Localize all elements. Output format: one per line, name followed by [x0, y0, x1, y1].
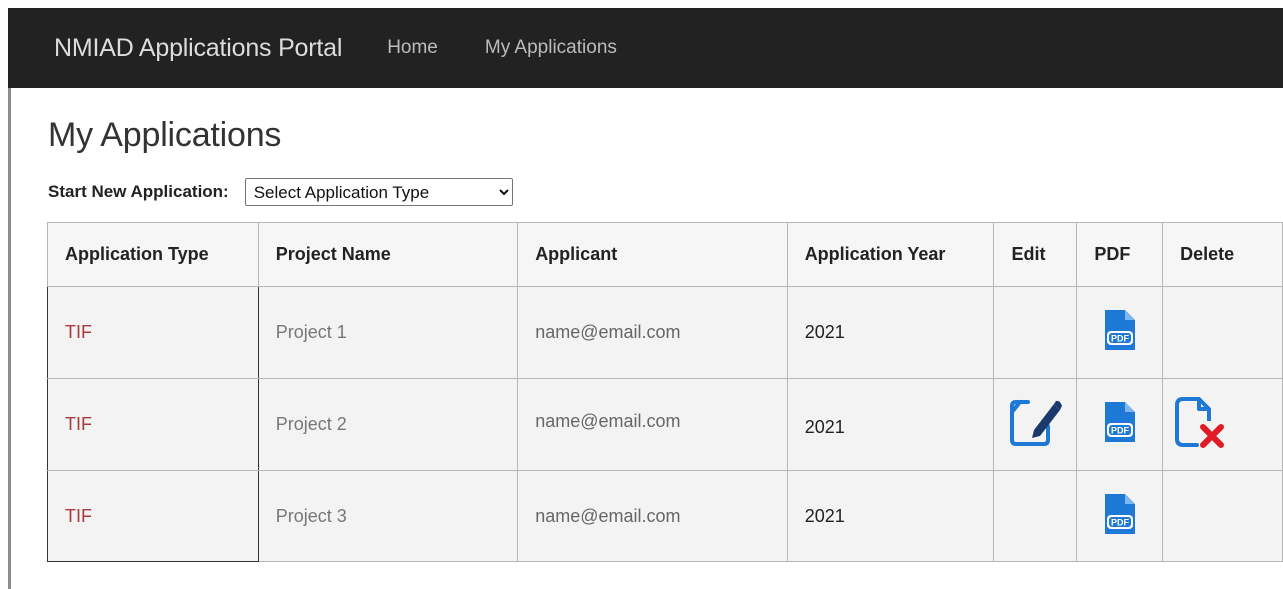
- header-edit: Edit: [993, 222, 1078, 287]
- header-applicant: Applicant: [517, 222, 788, 287]
- project-name-cell: Project 2: [257, 378, 519, 471]
- pdf-cell: PDF: [1076, 470, 1164, 562]
- edit-document-icon[interactable]: [1008, 396, 1063, 453]
- application-year-cell: 2021: [786, 470, 995, 562]
- edit-cell: [993, 470, 1078, 562]
- table-row: TIF Project 2 name@email.com 2021 PDF: [47, 378, 1283, 471]
- table-header-row: Application Type Project Name Applicant …: [47, 222, 1283, 287]
- pdf-cell: PDF: [1076, 378, 1164, 471]
- nav-link-home[interactable]: Home: [387, 37, 438, 59]
- browser-viewport: NMIAD Applications Portal Home My Applic…: [0, 0, 1283, 589]
- edit-cell: [993, 286, 1078, 379]
- applicant-cell: name@email.com: [517, 378, 788, 471]
- header-application-year: Application Year: [786, 222, 995, 287]
- application-type-cell: TIF: [47, 286, 259, 379]
- start-new-application-row: Start New Application: Select Applicatio…: [48, 177, 513, 207]
- delete-cell: [1162, 378, 1283, 471]
- pdf-file-icon[interactable]: PDF: [1100, 492, 1140, 541]
- edit-cell: [993, 378, 1078, 471]
- header-pdf: PDF: [1076, 222, 1164, 287]
- pdf-file-icon[interactable]: PDF: [1100, 308, 1140, 357]
- header-project-name: Project Name: [257, 222, 519, 287]
- table-row: TIF Project 3 name@email.com 2021 PDF: [47, 470, 1283, 562]
- pdf-file-icon[interactable]: PDF: [1100, 400, 1140, 449]
- svg-text:PDF: PDF: [1111, 426, 1130, 436]
- application-year-cell: 2021: [786, 378, 995, 471]
- delete-cell: [1162, 470, 1283, 562]
- svg-text:PDF: PDF: [1111, 334, 1130, 344]
- delete-cell: [1162, 286, 1283, 379]
- brand-link[interactable]: NMIAD Applications Portal: [54, 34, 342, 63]
- delete-document-icon[interactable]: [1173, 395, 1225, 454]
- nav-link-my-applications[interactable]: My Applications: [485, 37, 617, 59]
- navbar: NMIAD Applications Portal Home My Applic…: [8, 8, 1283, 88]
- pdf-cell: PDF: [1076, 286, 1164, 379]
- left-edge: [0, 0, 8, 589]
- page-title: My Applications: [48, 116, 282, 154]
- left-border: [8, 88, 11, 589]
- header-application-type: Application Type: [47, 222, 259, 287]
- top-edge: [0, 0, 1283, 8]
- application-type-cell: TIF: [47, 378, 259, 471]
- application-year-cell: 2021: [786, 286, 995, 379]
- application-type-select[interactable]: Select Application Type: [244, 178, 513, 206]
- applicant-cell: name@email.com: [517, 286, 788, 379]
- svg-text:PDF: PDF: [1111, 517, 1130, 527]
- start-new-application-label: Start New Application:: [48, 182, 229, 201]
- header-delete: Delete: [1162, 222, 1283, 287]
- applications-table: Application Type Project Name Applicant …: [47, 222, 1283, 562]
- project-name-cell: Project 1: [257, 286, 519, 379]
- table-row: TIF Project 1 name@email.com 2021 PDF: [47, 286, 1283, 379]
- application-type-cell: TIF: [47, 470, 259, 562]
- applicant-cell: name@email.com: [517, 470, 788, 562]
- project-name-cell: Project 3: [257, 470, 519, 562]
